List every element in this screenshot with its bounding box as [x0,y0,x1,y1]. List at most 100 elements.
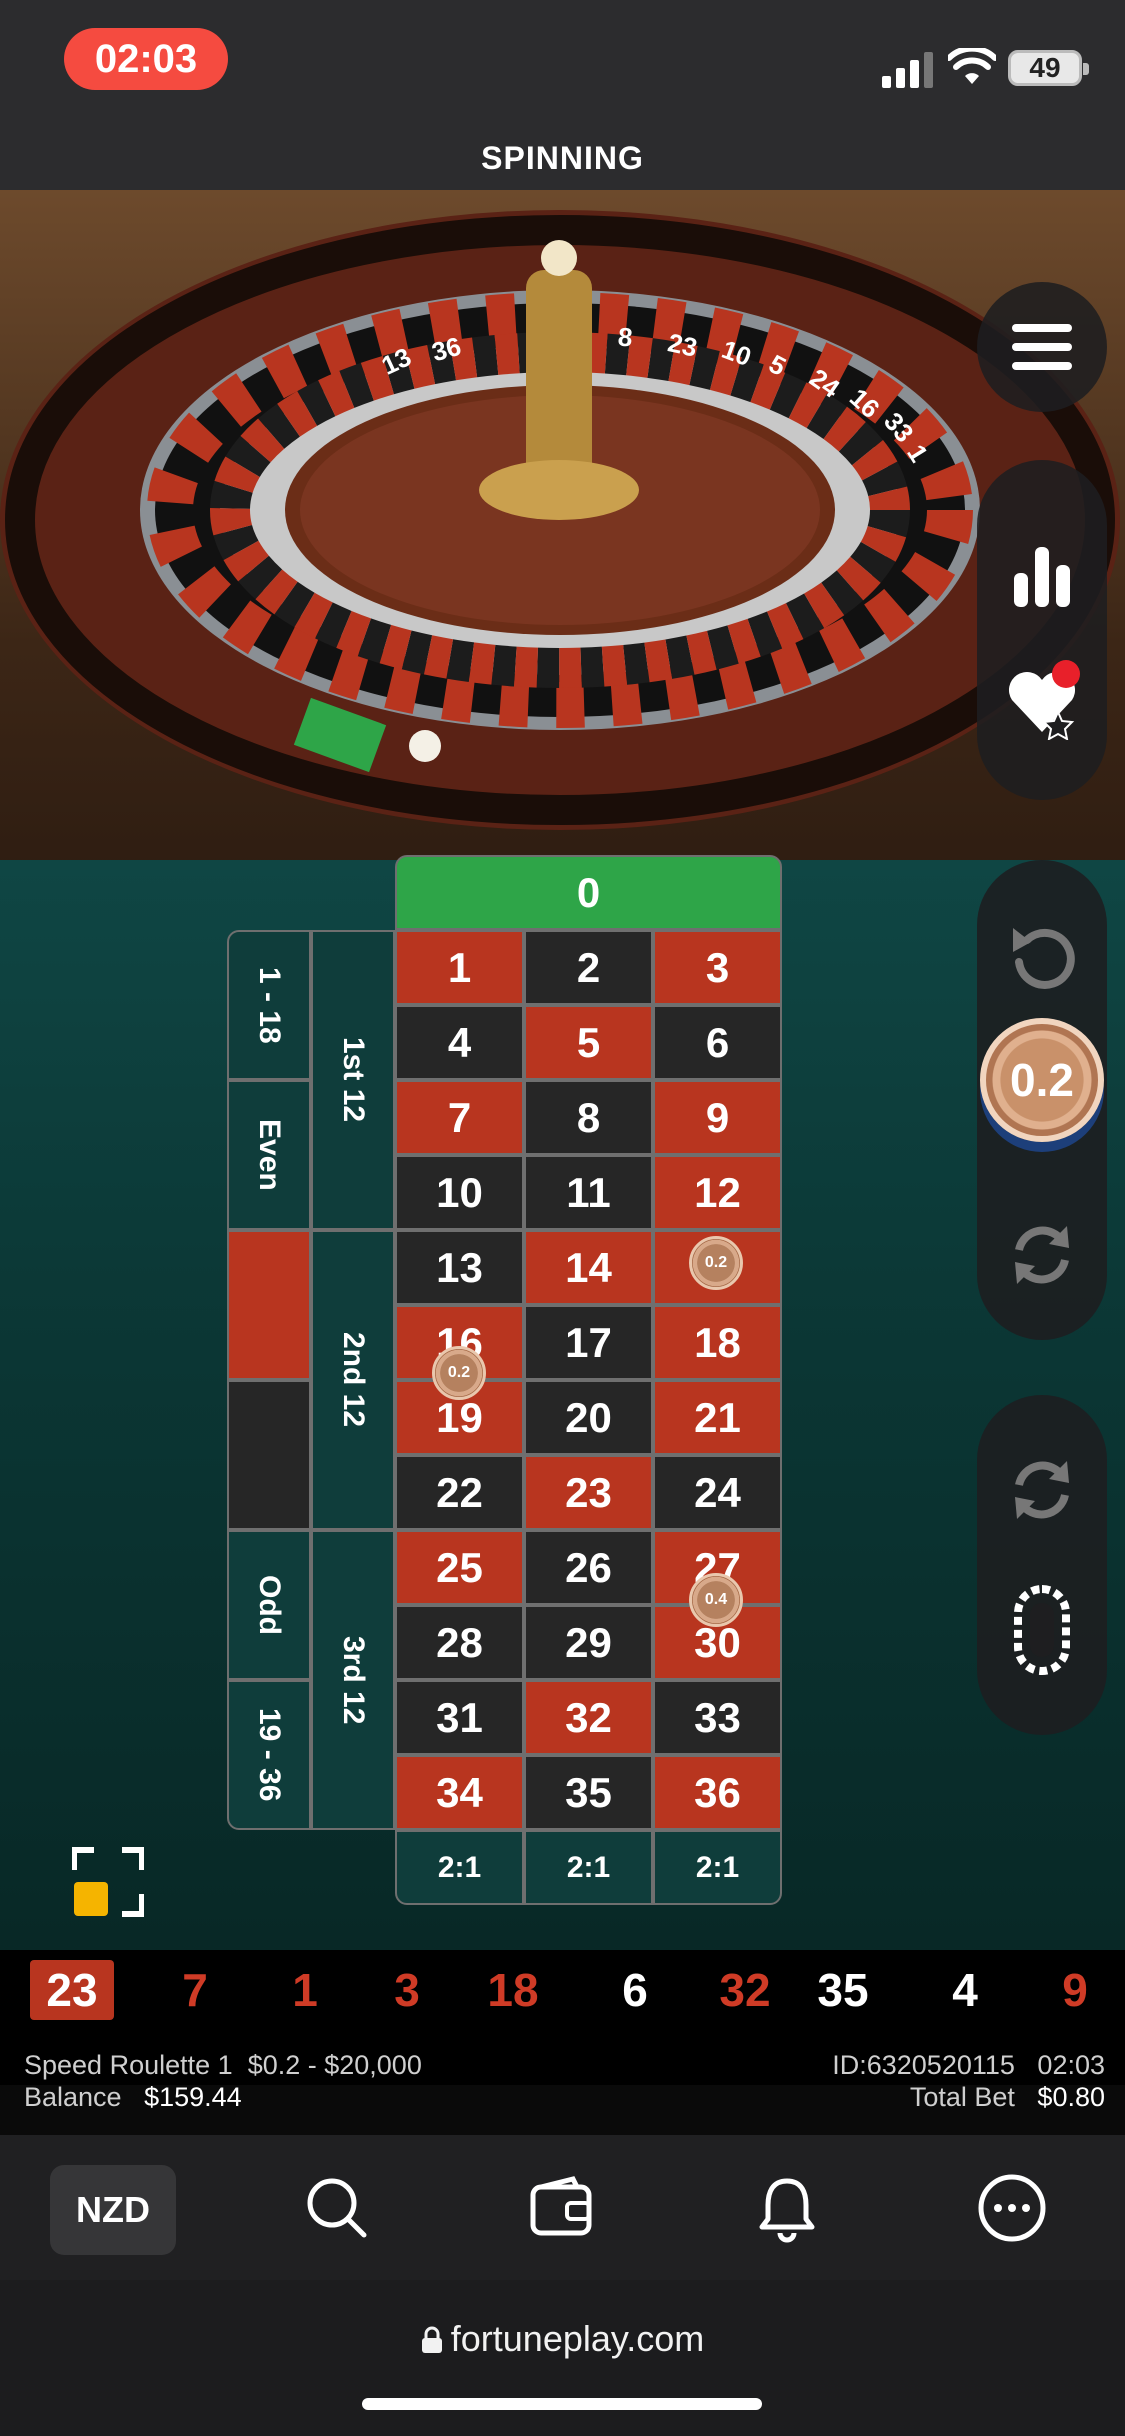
chip-selector[interactable]: 0.2 [977,1010,1107,1150]
wallet-icon[interactable] [527,2173,597,2243]
history-result: 6 [622,1964,648,2016]
bet-number-9[interactable]: 9 [653,1080,782,1155]
outside-label: 1 - 18 [253,966,286,1044]
results-history-bar: 23 7 1 3 18 6 32 35 4 9 Speed Roulette 1 $0.2 - $… [0,1950,1125,2112]
status-time: 02:03 [64,28,228,90]
bet-number-3[interactable]: 3 [653,930,782,1005]
history-result: 7 [182,1964,208,2016]
bet-column-1[interactable]: 2:1 [395,1830,524,1905]
bet-number-11[interactable]: 11 [524,1155,653,1230]
roulette-wheel [0,210,1120,830]
history-result: 32 [719,1964,771,2016]
bet-number-35[interactable]: 35 [524,1755,653,1830]
dozen-label: 2nd 12 [337,1332,370,1428]
bar-chart-icon[interactable] [977,520,1107,630]
bet-number-25[interactable]: 25 [395,1530,524,1605]
bet-black[interactable] [227,1380,311,1530]
heart-star-icon[interactable] [977,640,1107,760]
bet-number-31[interactable]: 31 [395,1680,524,1755]
table-name: Speed Roulette 1 [24,2050,233,2080]
total-bet-line: Total Bet $0.80 [910,2082,1105,2113]
bet-number-7[interactable]: 7 [395,1080,524,1155]
search-icon[interactable] [302,2173,372,2243]
bet-column-3[interactable]: 2:1 [653,1830,782,1905]
roulette-wheel-video: 13 36 8 23 10 5 24 16 33 1 [0,190,1125,950]
bet-number-24[interactable]: 24 [653,1455,782,1530]
cellular-signal-icon [882,52,933,88]
bet-number-14[interactable]: 14 [524,1230,653,1305]
bet-even[interactable]: Even [227,1080,311,1230]
bet-number-10[interactable]: 10 [395,1155,524,1230]
dozen-label: 3rd 12 [337,1635,370,1725]
bet-number-4[interactable]: 4 [395,1005,524,1080]
placed-chip[interactable]: 0.2 [432,1346,486,1400]
round-time: 02:03 [1037,2050,1105,2080]
bet-odd[interactable]: Odd [227,1530,311,1680]
round-info-line: ID:6320520115 02:03 [832,2050,1105,2081]
bet-dozen-3[interactable]: 3rd 12 [311,1530,395,1830]
notification-bell-icon[interactable] [752,2173,822,2243]
url-text: fortuneplay.com [450,2318,705,2359]
balance-value: $159.44 [144,2082,242,2112]
bottom-nav: NZD [0,2135,1125,2280]
bet-number-28[interactable]: 28 [395,1605,524,1680]
wheel-number: 8 [616,321,634,353]
hamburger-menu-icon[interactable] [977,282,1107,412]
bet-number-1[interactable]: 1 [395,930,524,1005]
undo-icon[interactable] [977,900,1107,1010]
outside-label: Odd [253,1575,286,1635]
bet-dozen-1[interactable]: 1st 12 [311,930,395,1230]
bet-zero[interactable]: 0 [395,855,782,930]
browser-url-bar: fortuneplay.com [0,2280,1125,2436]
bet-number-17[interactable]: 17 [524,1305,653,1380]
bet-number-36[interactable]: 36 [653,1755,782,1830]
auto-panel [977,1395,1107,1735]
bet-limits: $0.2 - $20,000 [247,2050,422,2080]
bet-number-18[interactable]: 18 [653,1305,782,1380]
autoplay-icon[interactable] [977,1435,1107,1545]
bet-number-22[interactable]: 22 [395,1455,524,1530]
bet-column-2[interactable]: 2:1 [524,1830,653,1905]
bet-number-6[interactable]: 6 [653,1005,782,1080]
bet-number-33[interactable]: 33 [653,1680,782,1755]
bet-number-21[interactable]: 21 [653,1380,782,1455]
bet-number-34[interactable]: 34 [395,1755,524,1830]
bet-number-23[interactable]: 23 [524,1455,653,1530]
placed-chip[interactable]: 0.2 [689,1236,743,1290]
bet-19-36[interactable]: 19 - 36 [227,1680,311,1830]
history-result: 18 [487,1964,539,2016]
balance-line: Balance $159.44 [24,2082,242,2113]
bet-number-2[interactable]: 2 [524,930,653,1005]
balance-label: Balance [24,2082,122,2112]
bet-dozen-2[interactable]: 2nd 12 [311,1230,395,1530]
outside-label: 19 - 36 [253,1708,286,1802]
chip-panel: 0.2 [977,860,1107,1340]
bet-number-32[interactable]: 32 [524,1680,653,1755]
fullscreen-icon[interactable] [72,1846,144,1918]
url-field[interactable]: fortuneplay.com [0,2318,1125,2360]
bet-number-13[interactable]: 13 [395,1230,524,1305]
battery-icon: 49 [1008,50,1089,86]
bet-1-18[interactable]: 1 - 18 [227,930,311,1080]
currency-button[interactable]: NZD [50,2165,176,2255]
history-result: 1 [292,1964,318,2016]
repeat-icon[interactable] [977,1200,1107,1310]
bet-number-5[interactable]: 5 [524,1005,653,1080]
history-result: 4 [952,1964,978,2016]
wifi-icon [948,48,996,84]
outside-label: Even [253,1119,286,1191]
more-options-icon[interactable] [977,2173,1047,2243]
bet-number-29[interactable]: 29 [524,1605,653,1680]
racetrack-icon[interactable] [977,1565,1107,1695]
bet-number-12[interactable]: 12 [653,1155,782,1230]
page: { "status_bar": {"time": "02:03", "batte… [0,0,1125,2436]
history-result: 23 [30,1960,114,2020]
history-result: 35 [817,1964,869,2016]
selected-chip[interactable]: 0.2 [980,1018,1104,1142]
placed-chip[interactable]: 0.4 [689,1573,743,1627]
bet-red[interactable] [227,1230,311,1380]
bet-number-20[interactable]: 20 [524,1380,653,1455]
table-info-line: Speed Roulette 1 $0.2 - $20,000 [24,2050,422,2081]
bet-number-26[interactable]: 26 [524,1530,653,1605]
bet-number-8[interactable]: 8 [524,1080,653,1155]
